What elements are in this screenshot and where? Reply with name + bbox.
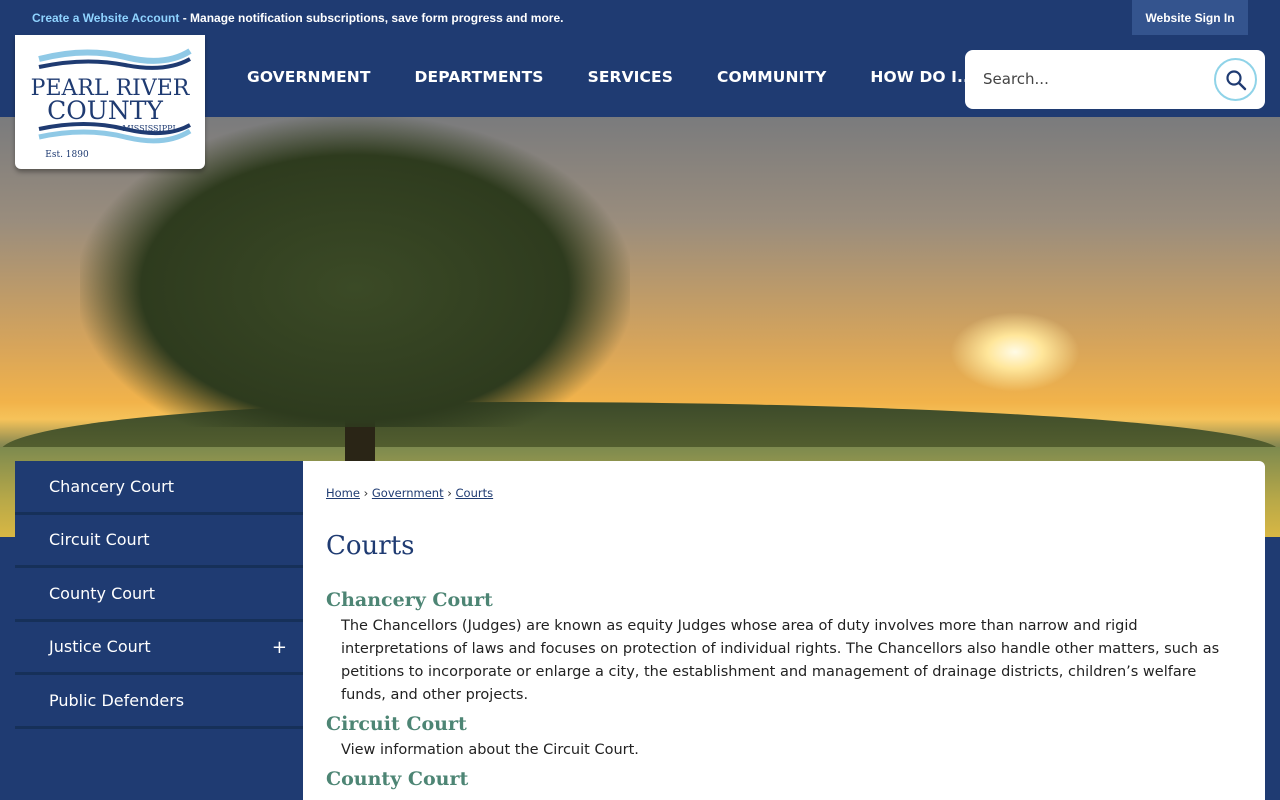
create-account-link[interactable]: Create a Website Account bbox=[32, 11, 179, 25]
account-message-text: - Manage notification subscriptions, sav… bbox=[179, 11, 564, 25]
section-description: The Chancellors (Judges) are known as eq… bbox=[341, 618, 1220, 703]
section-county-court: County Court bbox=[326, 768, 1236, 790]
sidebar-item-chancery-court[interactable]: Chancery Court bbox=[15, 461, 303, 515]
search-box bbox=[965, 50, 1265, 109]
breadcrumb-courts[interactable]: Courts bbox=[456, 486, 494, 500]
section-heading-link[interactable]: County Court bbox=[326, 768, 1236, 790]
main-content: Home › Government › Courts Courts Chance… bbox=[303, 461, 1265, 800]
search-input[interactable] bbox=[983, 66, 1203, 92]
sidebar-item-label: Justice Court bbox=[49, 637, 151, 657]
sidebar-item-justice-court[interactable]: Justice Court + bbox=[15, 621, 303, 675]
sidebar-nav: Chancery Court Circuit Court County Cour… bbox=[15, 461, 303, 800]
breadcrumb-separator: › bbox=[363, 486, 369, 500]
section-circuit-court: Circuit Court View information about the… bbox=[326, 713, 1236, 762]
sidebar-item-county-court[interactable]: County Court bbox=[15, 568, 303, 622]
search-button[interactable] bbox=[1214, 58, 1257, 101]
sidebar-item-label: Chancery Court bbox=[49, 476, 174, 496]
sidebar-item-label: County Court bbox=[49, 583, 156, 603]
search-icon bbox=[1225, 69, 1246, 90]
sidebar-item-circuit-court[interactable]: Circuit Court bbox=[15, 514, 303, 568]
expand-plus-icon[interactable]: + bbox=[272, 637, 287, 658]
page-title: Courts bbox=[326, 531, 415, 561]
sidebar-item-public-defenders[interactable]: Public Defenders bbox=[15, 675, 303, 729]
nav-services[interactable]: SERVICES bbox=[566, 68, 695, 86]
utility-bar: Create a Website Account - Manage notifi… bbox=[0, 0, 1280, 36]
sign-in-button[interactable]: Website Sign In bbox=[1132, 0, 1248, 35]
section-heading-link[interactable]: Chancery Court bbox=[326, 589, 1236, 611]
nav-departments[interactable]: DEPARTMENTS bbox=[393, 68, 566, 86]
hero-sun bbox=[950, 312, 1080, 392]
sidebar-item-label: Public Defenders bbox=[49, 690, 185, 710]
section-description: View information about the Circuit Court… bbox=[341, 742, 639, 758]
nav-community[interactable]: COMMUNITY bbox=[695, 68, 848, 86]
nav-government[interactable]: GOVERNMENT bbox=[225, 68, 393, 86]
logo-graphic: PEARL RIVER COUNTY MISSISSIPPI Est. 1890 bbox=[31, 48, 192, 160]
logo-state: MISSISSIPPI bbox=[122, 124, 175, 133]
sidebar-item-label: Circuit Court bbox=[49, 530, 150, 550]
breadcrumb-home[interactable]: Home bbox=[326, 486, 360, 500]
main-nav: GOVERNMENT DEPARTMENTS SERVICES COMMUNIT… bbox=[225, 36, 997, 117]
breadcrumb: Home › Government › Courts bbox=[326, 486, 493, 500]
breadcrumb-government[interactable]: Government bbox=[372, 486, 444, 500]
court-sections: Chancery Court The Chancellors (Judges) … bbox=[326, 589, 1236, 794]
logo-est: Est. 1890 bbox=[45, 150, 89, 160]
county-logo[interactable]: PEARL RIVER COUNTY MISSISSIPPI Est. 1890 bbox=[15, 35, 205, 169]
section-heading-link[interactable]: Circuit Court bbox=[326, 713, 1236, 735]
logo-line2: COUNTY bbox=[47, 96, 163, 125]
breadcrumb-separator: › bbox=[447, 486, 452, 500]
account-message: Create a Website Account - Manage notifi… bbox=[32, 11, 563, 25]
section-chancery-court: Chancery Court The Chancellors (Judges) … bbox=[326, 589, 1236, 707]
